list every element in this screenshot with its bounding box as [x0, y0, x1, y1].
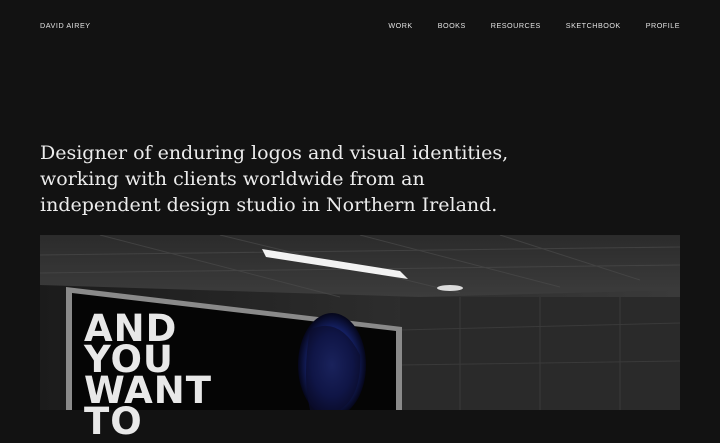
nav-work[interactable]: WORK: [388, 21, 412, 30]
hero-headline: Designer of enduring logos and visual id…: [40, 142, 509, 216]
nav-books[interactable]: BOOKS: [438, 21, 466, 30]
nav-sketchbook[interactable]: SKETCHBOOK: [566, 21, 621, 30]
nav-profile[interactable]: PROFILE: [646, 21, 680, 30]
billboard-headline: AND YOU WANT TO: [84, 307, 212, 443]
nav-resources[interactable]: RESOURCES: [491, 21, 541, 30]
main-nav: WORK BOOKS RESOURCES SKETCHBOOK PROFILE: [363, 21, 680, 30]
site-header: DAVID AIREY WORK BOOKS RESOURCES SKETCHB…: [40, 18, 680, 32]
site-logo[interactable]: DAVID AIREY: [40, 21, 91, 30]
